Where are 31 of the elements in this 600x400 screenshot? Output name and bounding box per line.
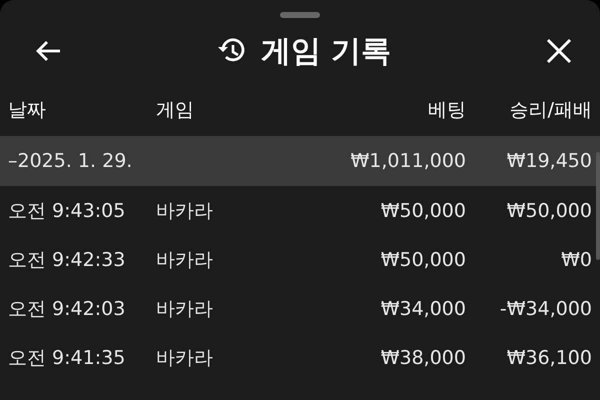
bet-cell-text: ₩38,000 — [380, 346, 466, 368]
time-cell-text: 오전 9:43:05 — [8, 198, 126, 224]
column-header[interactable]: 베팅 — [316, 97, 466, 123]
bet-cell-text: ₩50,000 — [380, 248, 466, 270]
drag-handle[interactable] — [280, 12, 320, 18]
result-cell-text: -₩34,000 — [498, 298, 592, 320]
game-cell-text: 바카라 — [156, 248, 214, 272]
close-button[interactable] — [546, 38, 572, 64]
result-cell-text: ₩36,100 — [506, 346, 592, 368]
game-cell-text: 바카라 — [156, 198, 214, 224]
window-title: 게임 기록 — [260, 32, 392, 70]
time-cell-text: 오전 9:42:03 — [8, 296, 126, 322]
result-cell-text: ₩0 — [560, 248, 592, 270]
date-group-row[interactable]: –2025. 1. 29. ₩1,011,000 ₩19,450 — [0, 136, 600, 186]
bet-cell-text: ₩34,000 — [380, 298, 466, 320]
column-header[interactable]: 날짜 — [8, 97, 156, 123]
time-cell-text: 오전 9:41:35 — [8, 346, 126, 370]
game-cell-text: 바카라 — [156, 296, 214, 322]
close-icon — [546, 38, 572, 64]
group-result-total: ₩19,450 — [506, 150, 592, 172]
column-header[interactable]: 게임 — [156, 97, 316, 123]
scrollbar[interactable] — [596, 152, 600, 260]
game-cell-text: 바카라 — [156, 346, 214, 370]
time-cell-text: 오전 9:42:33 — [8, 248, 126, 272]
bet-cell-text: ₩50,000 — [380, 200, 466, 222]
back-icon — [34, 39, 62, 63]
group-date: –2025. 1. 29. — [8, 150, 134, 172]
result-cell-text: ₩50,000 — [506, 200, 592, 222]
column-header[interactable]: 승리/패배 — [466, 97, 592, 123]
back-button[interactable] — [34, 39, 62, 63]
group-bet-total: ₩1,011,000 — [350, 150, 466, 172]
